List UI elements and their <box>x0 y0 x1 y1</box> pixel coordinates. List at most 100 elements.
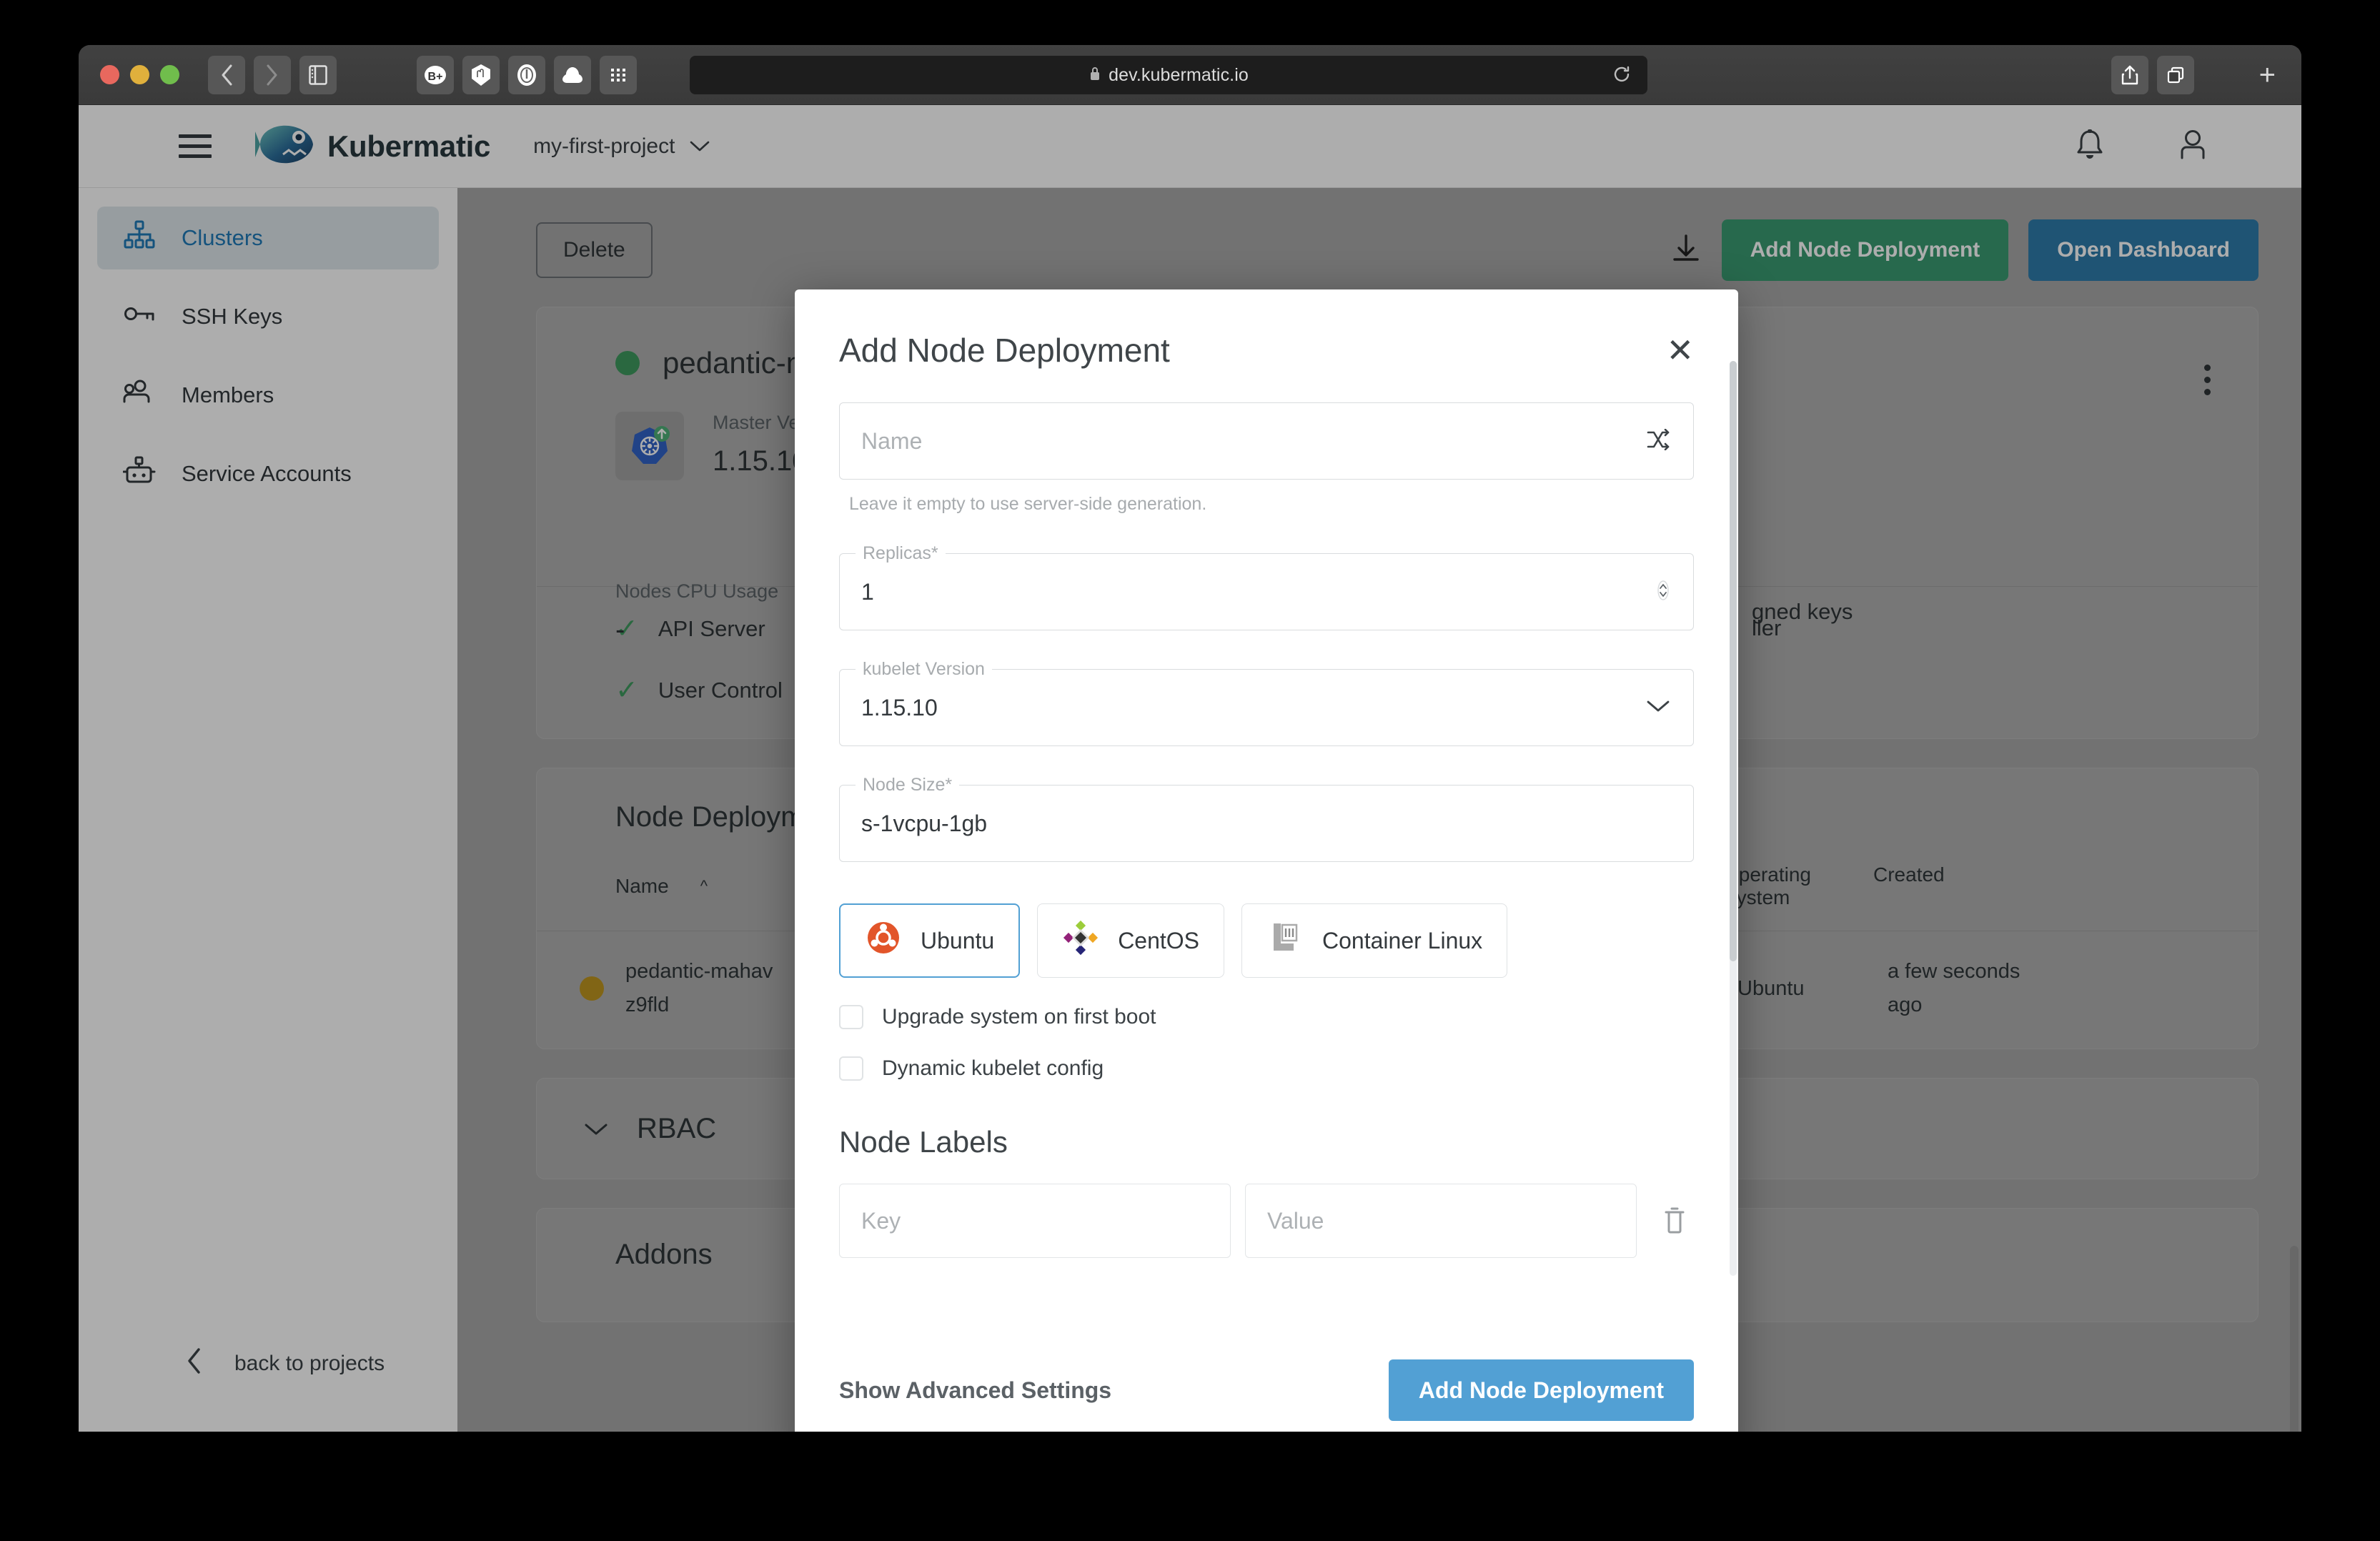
sidebar-item-label: Service Accounts <box>182 461 352 486</box>
forward-button[interactable] <box>254 55 291 94</box>
checkbox-dynamic-kubelet[interactable]: Dynamic kubelet config <box>839 1056 1694 1081</box>
name-field[interactable]: Name <box>839 402 1694 480</box>
dialog-title: Add Node Deployment <box>839 332 1170 369</box>
url-text: dev.kubermatic.io <box>1109 64 1249 85</box>
grid-icon <box>608 65 628 85</box>
tab-overview-button[interactable] <box>2157 56 2194 94</box>
dialog-scrollbar-thumb[interactable] <box>1730 361 1737 961</box>
address-bar[interactable]: dev.kubermatic.io <box>690 56 1647 94</box>
chevron-down-icon <box>689 134 710 159</box>
action-toolbar: Delete Add Node Deployment Open Dashboar… <box>457 188 2301 281</box>
open-dashboard-button[interactable]: Open Dashboard <box>2028 219 2258 281</box>
sidebar-item-members[interactable]: Members <box>97 364 439 427</box>
os-option-label: Ubuntu <box>921 927 995 953</box>
close-window-button[interactable] <box>100 65 119 84</box>
share-button[interactable] <box>2111 56 2148 94</box>
dialog-footer: Show Advanced Settings Add Node Deployme… <box>795 1319 1738 1432</box>
os-option-container-linux[interactable]: Container Linux <box>1241 903 1508 978</box>
shuffle-icon[interactable] <box>1646 428 1670 454</box>
add-node-deployment-button[interactable]: Add Node Deployment <box>1721 219 2009 281</box>
chevron-left-icon <box>186 1347 203 1380</box>
back-button[interactable] <box>208 55 245 94</box>
user-icon[interactable] <box>2177 128 2208 164</box>
extension-onepassword-button[interactable] <box>508 55 545 94</box>
project-name: my-first-project <box>533 134 675 158</box>
check-icon: ✓ <box>615 675 638 705</box>
ubuntu-logo-icon <box>865 919 902 962</box>
created-line2: ago <box>1888 994 1923 1016</box>
replicas-value: 1 <box>861 578 874 605</box>
back-to-projects-label: back to projects <box>234 1352 385 1375</box>
replicas-field[interactable]: Replicas* 1 <box>839 543 1694 630</box>
os-option-centos[interactable]: CentOS <box>1037 903 1225 978</box>
health-item: ✓ User Control <box>615 677 783 704</box>
label-value-input[interactable]: Value <box>1245 1184 1637 1258</box>
label-key-input[interactable]: Key <box>839 1184 1231 1258</box>
health-item: ller <box>1752 615 1781 641</box>
row-name-line2: z9fld <box>625 994 670 1016</box>
maximize-window-button[interactable] <box>160 65 179 84</box>
delete-button[interactable]: Delete <box>536 222 653 278</box>
os-option-ubuntu[interactable]: Ubuntu <box>839 903 1021 978</box>
window-traffic-lights[interactable] <box>100 65 179 84</box>
stepper-arrows-icon[interactable] <box>1656 577 1670 608</box>
chevron-down-icon[interactable] <box>1646 699 1670 717</box>
brand-logo[interactable]: Kubermatic <box>254 122 490 171</box>
sidebar-item-ssh-keys[interactable]: SSH Keys <box>97 285 439 348</box>
replicas-label: Replicas* <box>856 543 946 564</box>
trash-icon[interactable] <box>1661 1204 1688 1239</box>
checkbox-label: Upgrade system on first boot <box>882 1005 1156 1029</box>
sidebar-item-label: Members <box>182 382 274 407</box>
dialog-body: Name Leave it empty to use server-side g… <box>795 402 1738 1303</box>
kubelet-version-field[interactable]: kubelet Version 1.15.10 <box>839 659 1694 746</box>
sidebar-item-service-accounts[interactable]: Service Accounts <box>97 442 439 505</box>
node-size-field[interactable]: Node Size* s-1vcpu-1gb <box>839 775 1694 862</box>
checkbox-box[interactable] <box>839 1056 863 1081</box>
submit-add-node-deployment-button[interactable]: Add Node Deployment <box>1388 1359 1694 1421</box>
project-selector[interactable]: my-first-project <box>533 134 710 159</box>
page-scrollbar-thumb[interactable] <box>2290 1246 2299 1432</box>
sidebar-item-clusters[interactable]: Clusters <box>97 207 439 269</box>
download-icon[interactable] <box>1670 232 1702 269</box>
browser-window: B+ dev.kubermatic.io + Kubermatic my-fir… <box>79 45 2301 1432</box>
hamburger-menu-icon[interactable] <box>179 134 212 158</box>
created-line1: a few seconds <box>1888 960 2020 983</box>
reload-button[interactable] <box>1612 64 1632 88</box>
extension-bitwarden-button[interactable]: B+ <box>417 55 454 94</box>
minimize-window-button[interactable] <box>130 65 149 84</box>
centos-logo-icon <box>1062 919 1099 962</box>
checkbox-upgrade-system[interactable]: Upgrade system on first boot <box>839 1005 1694 1029</box>
svg-text:B+: B+ <box>428 71 443 83</box>
key-icon <box>123 299 156 335</box>
back-to-projects-link[interactable]: back to projects <box>79 1347 385 1380</box>
checkbox-box[interactable] <box>839 1005 863 1029</box>
extension-grid-button[interactable] <box>600 55 637 94</box>
new-tab-button[interactable]: + <box>2259 61 2276 89</box>
app-topbar: Kubermatic my-first-project <box>79 105 2301 188</box>
os-selector: Ubuntu CentOS Container Linux <box>839 903 1694 978</box>
bitwarden-icon: B+ <box>423 63 447 87</box>
close-icon[interactable]: ✕ <box>1666 334 1694 367</box>
dialog-header: Add Node Deployment ✕ <box>795 289 1738 370</box>
label-value-placeholder: Value <box>1267 1207 1324 1234</box>
status-badge <box>580 976 604 1001</box>
extension-privacy-button[interactable] <box>462 55 500 94</box>
addons-label: Addons <box>615 1239 713 1270</box>
extension-cloud-button[interactable] <box>554 55 591 94</box>
bell-icon[interactable] <box>2074 128 2106 164</box>
label-key-placeholder: Key <box>861 1207 901 1234</box>
lock-icon <box>1089 66 1101 85</box>
node-labels-title: Node Labels <box>839 1125 1008 1159</box>
sidebar-toggle-button[interactable] <box>299 55 337 94</box>
kubermatic-app: Kubermatic my-first-project Clusters SSH… <box>79 105 2301 1432</box>
show-advanced-settings-link[interactable]: Show Advanced Settings <box>839 1377 1111 1404</box>
health-label: User Control <box>658 678 783 703</box>
container-linux-logo-icon <box>1266 919 1304 962</box>
more-vertical-icon[interactable] <box>2204 365 2211 395</box>
health-label: ller <box>1752 615 1782 640</box>
brand-name: Kubermatic <box>327 129 491 163</box>
row-name-line1: pedantic-mahav <box>625 960 773 983</box>
cpu-usage-label: Nodes CPU Usage <box>615 580 779 602</box>
browser-toolbar: B+ dev.kubermatic.io + <box>79 45 2301 105</box>
chevron-left-icon <box>220 64 233 86</box>
